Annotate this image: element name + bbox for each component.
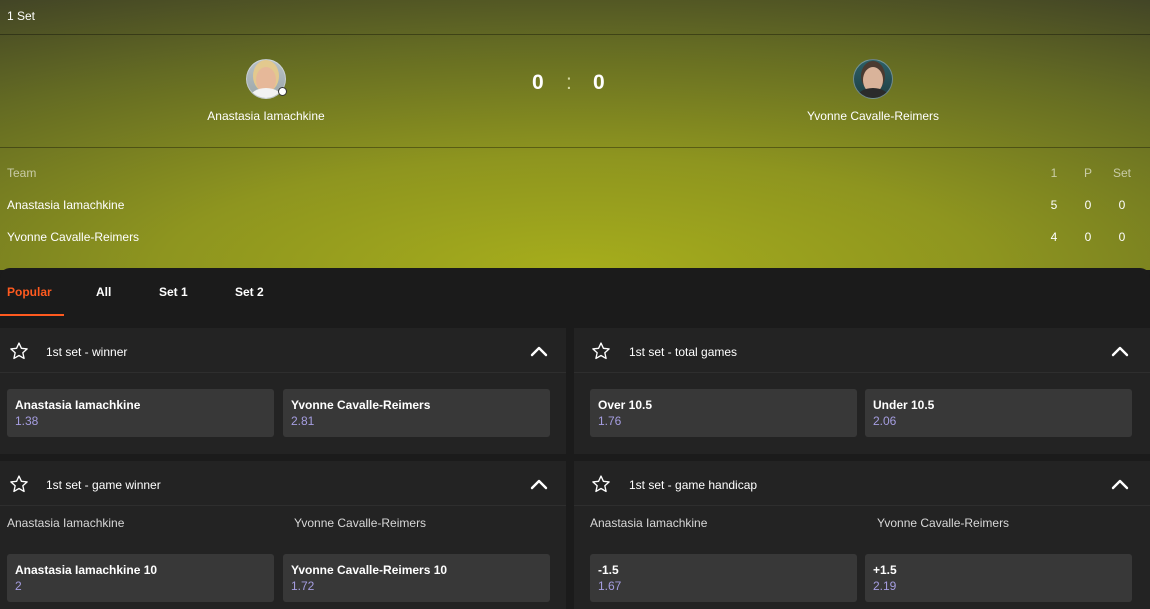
active-tab-indicator	[0, 314, 64, 316]
score-separator: :	[566, 71, 572, 94]
scoreboard-cell: 4	[1050, 230, 1058, 244]
divider	[0, 147, 1150, 148]
selection-label: -1.5	[598, 563, 619, 577]
home-player: Anastasia Iamachkine	[146, 59, 386, 123]
odds-button[interactable]: +1.5 2.19	[865, 554, 1132, 602]
column-label-away: Yvonne Cavalle-Reimers	[877, 516, 1010, 530]
away-avatar	[853, 59, 893, 99]
column-label-home: Anastasia Iamachkine	[590, 516, 708, 530]
odds-value: 1.67	[598, 579, 622, 593]
match-header: 1 Set Anastasia Iamachkine 0 : 0 Yvonne …	[0, 0, 1150, 270]
scoreboard-header-team: Team	[7, 166, 37, 180]
market-card-set-winner: 1st set - winner Anastasia Iamachkine 1.…	[0, 328, 566, 454]
selection-label: Yvonne Cavalle-Reimers	[291, 398, 431, 412]
column-label-home: Anastasia Iamachkine	[7, 516, 125, 530]
market-card-header[interactable]: 1st set - winner	[0, 328, 566, 373]
odds-button[interactable]: Anastasia Iamachkine 1.38	[7, 389, 274, 437]
scoreboard-row-name: Yvonne Cavalle-Reimers	[7, 230, 140, 244]
odds-button[interactable]: -1.5 1.67	[590, 554, 857, 602]
market-title: 1st set - winner	[46, 345, 128, 359]
tab-set-1[interactable]: Set 1	[159, 285, 188, 299]
odds-value: 2.19	[873, 579, 897, 593]
tab-set-2[interactable]: Set 2	[235, 285, 264, 299]
market-title: 1st set - total games	[629, 345, 738, 359]
chevron-up-icon[interactable]	[1111, 345, 1129, 357]
selection-label: Yvonne Cavalle-Reimers 10	[291, 563, 448, 577]
odds-value: 1.38	[15, 414, 39, 428]
market-card-header[interactable]: 1st set - game winner	[0, 461, 566, 506]
odds-value: 1.72	[291, 579, 315, 593]
selection-label: Over 10.5	[598, 398, 653, 412]
odds-value: 2.81	[291, 414, 315, 428]
scoreboard-row-name: Anastasia Iamachkine	[7, 198, 125, 212]
home-player-name: Anastasia Iamachkine	[207, 109, 325, 123]
scoreboard-cell: 0	[1118, 198, 1126, 212]
selection-label: Under 10.5	[873, 398, 935, 412]
odds-button[interactable]: Anastasia Iamachkine 10 2	[7, 554, 274, 602]
selection-label: Anastasia Iamachkine	[15, 398, 141, 412]
away-player-name: Yvonne Cavalle-Reimers	[806, 109, 940, 123]
star-outline-icon[interactable]	[591, 474, 611, 494]
odds-value: 2	[15, 579, 22, 593]
column-label-away: Yvonne Cavalle-Reimers	[294, 516, 427, 530]
odds-value: 1.76	[598, 414, 622, 428]
odds-button[interactable]: Yvonne Cavalle-Reimers 2.81	[283, 389, 550, 437]
market-tabs: Popular All Set 1 Set 2	[0, 268, 1150, 316]
scoreboard-cell: 0	[1118, 230, 1126, 244]
odds-button[interactable]: Over 10.5 1.76	[590, 389, 857, 437]
chevron-up-icon[interactable]	[530, 345, 548, 357]
scoreboard-cell: 5	[1050, 198, 1058, 212]
chevron-up-icon[interactable]	[1111, 478, 1129, 490]
market-card-game-handicap: 1st set - game handicap Anastasia Iamach…	[574, 461, 1150, 609]
star-outline-icon[interactable]	[9, 474, 29, 494]
tab-all[interactable]: All	[96, 285, 111, 299]
selection-label: +1.5	[873, 563, 897, 577]
home-score: 0	[532, 71, 544, 94]
market-card-header[interactable]: 1st set - total games	[574, 328, 1150, 373]
selection-label: Anastasia Iamachkine 10	[15, 563, 158, 577]
away-score: 0	[593, 71, 605, 94]
divider	[0, 34, 1150, 35]
chevron-up-icon[interactable]	[530, 478, 548, 490]
market-card-total-games: 1st set - total games Over 10.5 1.76 Und…	[574, 328, 1150, 454]
market-card-game-winner: 1st set - game winner Anastasia Iamachki…	[0, 461, 566, 609]
away-player: Yvonne Cavalle-Reimers	[753, 59, 993, 123]
odds-button[interactable]: Under 10.5 2.06	[865, 389, 1132, 437]
market-title: 1st set - game handicap	[629, 478, 758, 492]
star-outline-icon[interactable]	[9, 341, 29, 361]
set-label: 1 Set	[7, 9, 36, 23]
odds-value: 2.06	[873, 414, 897, 428]
odds-button[interactable]: Yvonne Cavalle-Reimers 10 1.72	[283, 554, 550, 602]
online-indicator	[278, 87, 287, 96]
scoreboard-header-points: P	[1083, 166, 1092, 180]
market-title: 1st set - game winner	[46, 478, 161, 492]
scoreboard-cell: 0	[1084, 198, 1092, 212]
star-outline-icon[interactable]	[591, 341, 611, 361]
tab-popular[interactable]: Popular	[7, 285, 52, 299]
market-card-header[interactable]: 1st set - game handicap	[574, 461, 1150, 506]
scoreboard-header-sets: Set	[1112, 166, 1131, 180]
scoreboard-cell: 0	[1084, 230, 1092, 244]
scoreboard-header-set1: 1	[1050, 166, 1058, 180]
